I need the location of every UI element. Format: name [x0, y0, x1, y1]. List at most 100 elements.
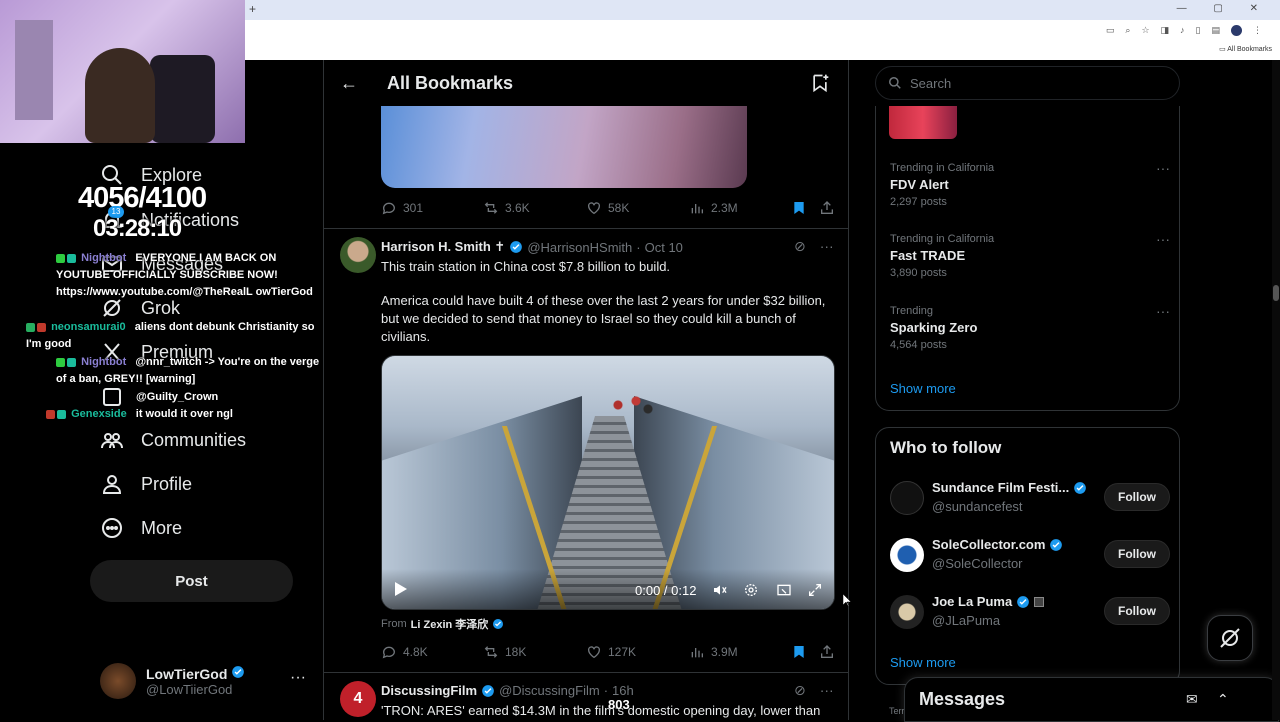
tweet-video[interactable]: 0:00 / 0:12 — [381, 355, 835, 610]
bookmark-button[interactable] — [791, 200, 807, 216]
search-box[interactable] — [875, 66, 1180, 100]
badge-icon — [67, 357, 76, 367]
extension-icon[interactable]: ◨ — [1161, 25, 1170, 36]
like-button[interactable]: 58K — [586, 200, 629, 216]
follow-suggestion[interactable]: Sundance Film Festi... @sundancefest Fol… — [890, 479, 1170, 519]
trend-context: Trending — [890, 305, 934, 317]
webcam-shelf — [15, 20, 53, 120]
messages-drawer[interactable]: Messages ✉ ⌃ — [904, 677, 1279, 722]
share-button[interactable] — [819, 200, 835, 216]
nav-profile[interactable]: Profile — [100, 472, 192, 496]
badge-icon — [57, 409, 66, 419]
media-icon[interactable]: ♪ — [1180, 25, 1185, 36]
volume-icon[interactable] — [712, 582, 728, 598]
zoom-icon[interactable]: ⌕ — [1125, 25, 1130, 36]
account-more-icon[interactable]: ··· — [290, 669, 306, 687]
repost-icon — [484, 646, 498, 658]
views-button[interactable]: 3.9M — [689, 644, 738, 660]
chat-message: Genexside it would it over ngl — [46, 406, 233, 423]
views-button[interactable]: 2.3M — [689, 200, 738, 216]
repost-button[interactable]: 18K — [483, 644, 526, 660]
play-icon[interactable] — [394, 581, 408, 597]
window-controls[interactable]: — ▢ ✕ — [1177, 3, 1270, 14]
tweet-avatar[interactable]: 4 — [340, 681, 376, 717]
repost-button[interactable]: 3.6K — [483, 200, 530, 216]
sidebar-icon[interactable]: ▯ — [1196, 25, 1201, 36]
verified-icon — [1017, 595, 1030, 608]
reply-count: 4.8K — [403, 645, 428, 659]
follow-suggestion[interactable]: Joe La Puma @JLaPuma Follow — [890, 593, 1170, 633]
split-icon[interactable]: ▤ — [1211, 25, 1220, 36]
tweet-avatar[interactable] — [340, 237, 376, 273]
post-button[interactable]: Post — [90, 560, 293, 602]
like-button[interactable]: 127K — [586, 644, 636, 660]
all-bookmarks-folder[interactable]: ▭ All Bookmarks — [1219, 45, 1272, 53]
tweet-author-handle[interactable]: @HarrisonHSmith — [527, 240, 632, 255]
reply-icon — [382, 646, 396, 659]
follow-suggestion[interactable]: SoleCollector.com @SoleCollector Follow — [890, 536, 1170, 576]
grok-icon[interactable]: ⊘ — [794, 238, 806, 255]
show-more-link[interactable]: Show more — [890, 381, 956, 396]
settings-icon[interactable] — [743, 582, 759, 598]
follow-button[interactable]: Follow — [1104, 540, 1170, 568]
pip-icon[interactable] — [776, 582, 792, 598]
more-icon[interactable]: ··· — [820, 682, 834, 699]
verified-icon — [482, 684, 494, 697]
grok-icon[interactable]: ⊘ — [794, 682, 806, 699]
menu-icon[interactable]: ⋮ — [1253, 25, 1262, 36]
expand-icon[interactable]: ⌃ — [1217, 691, 1229, 708]
webcam-streamer — [85, 48, 155, 143]
share-button[interactable] — [819, 644, 835, 660]
trend-item[interactable]: Trending in California Fast TRADE 3,890 … — [890, 231, 1170, 279]
badge-icon — [37, 322, 46, 332]
from-name[interactable]: Li Zexin 李泽欣 — [411, 616, 489, 632]
chat-user: Nightbot — [81, 252, 127, 264]
tweet-dot: · — [603, 683, 609, 698]
tweet-media[interactable] — [381, 106, 747, 188]
new-tab-icon[interactable]: + — [249, 2, 256, 16]
reply-button[interactable]: 4.8K — [381, 644, 428, 660]
profile-avatar[interactable] — [1231, 25, 1242, 36]
trend-item[interactable]: Trending Sparking Zero 4,564 posts ··· — [890, 303, 1170, 351]
right-sidebar: Trending in California FDV Alert 2,297 p… — [849, 60, 1280, 722]
show-more-link[interactable]: Show more — [890, 655, 956, 670]
back-arrow-icon[interactable]: ← — [340, 73, 358, 94]
more-icon[interactable]: ··· — [1156, 160, 1170, 176]
tweet-text: America could have built 4 of these over… — [381, 293, 826, 344]
chat-user: neonsamurai0 — [51, 321, 126, 333]
suggestion-avatar — [890, 538, 924, 572]
nav-communities[interactable]: Communities — [100, 428, 246, 452]
search-input[interactable] — [910, 75, 1160, 91]
bookmark-add-icon[interactable] — [810, 72, 830, 94]
more-icon[interactable]: ··· — [820, 238, 834, 255]
tweet-author-name[interactable]: DiscussingFilm — [381, 683, 477, 698]
badge-icon — [26, 322, 35, 332]
scrollbar-thumb[interactable] — [1273, 285, 1279, 301]
grok-floating-button[interactable] — [1207, 615, 1253, 661]
terms-link[interactable]: Terr — [889, 706, 905, 716]
fullscreen-icon[interactable] — [807, 582, 823, 598]
follow-button[interactable]: Follow — [1104, 483, 1170, 511]
reply-button[interactable]: 301 — [381, 200, 423, 216]
more-icon[interactable]: ··· — [1156, 231, 1170, 247]
views-count: 2.3M — [711, 201, 738, 215]
more-circle-icon — [102, 518, 122, 538]
tweet-time[interactable]: 16h — [612, 683, 634, 698]
nav-more[interactable]: More — [100, 516, 182, 540]
trend-image[interactable] — [889, 106, 957, 139]
page-scrollbar[interactable] — [1272, 60, 1280, 720]
star-icon[interactable]: ☆ — [1141, 25, 1149, 36]
tweet-author-handle[interactable]: @DiscussingFilm — [499, 683, 600, 698]
more-icon[interactable]: ··· — [1156, 303, 1170, 319]
trend-item[interactable]: Trending in California FDV Alert 2,297 p… — [890, 160, 1170, 208]
bookmark-button[interactable] — [791, 644, 807, 660]
chat-text: it would it over ngl — [135, 408, 233, 420]
follow-button[interactable]: Follow — [1104, 597, 1170, 625]
tweet-author-name[interactable]: Harrison H. Smith ✝ — [381, 239, 505, 255]
new-message-icon[interactable]: ✉ — [1186, 691, 1198, 708]
tweet-time[interactable]: Oct 10 — [645, 240, 683, 255]
cast-icon[interactable]: ▭ — [1106, 25, 1115, 36]
reply-count: 301 — [403, 201, 424, 215]
video-controls — [382, 569, 834, 609]
account-switcher[interactable]: LowTierGod @LowTiierGod ··· — [100, 663, 306, 699]
